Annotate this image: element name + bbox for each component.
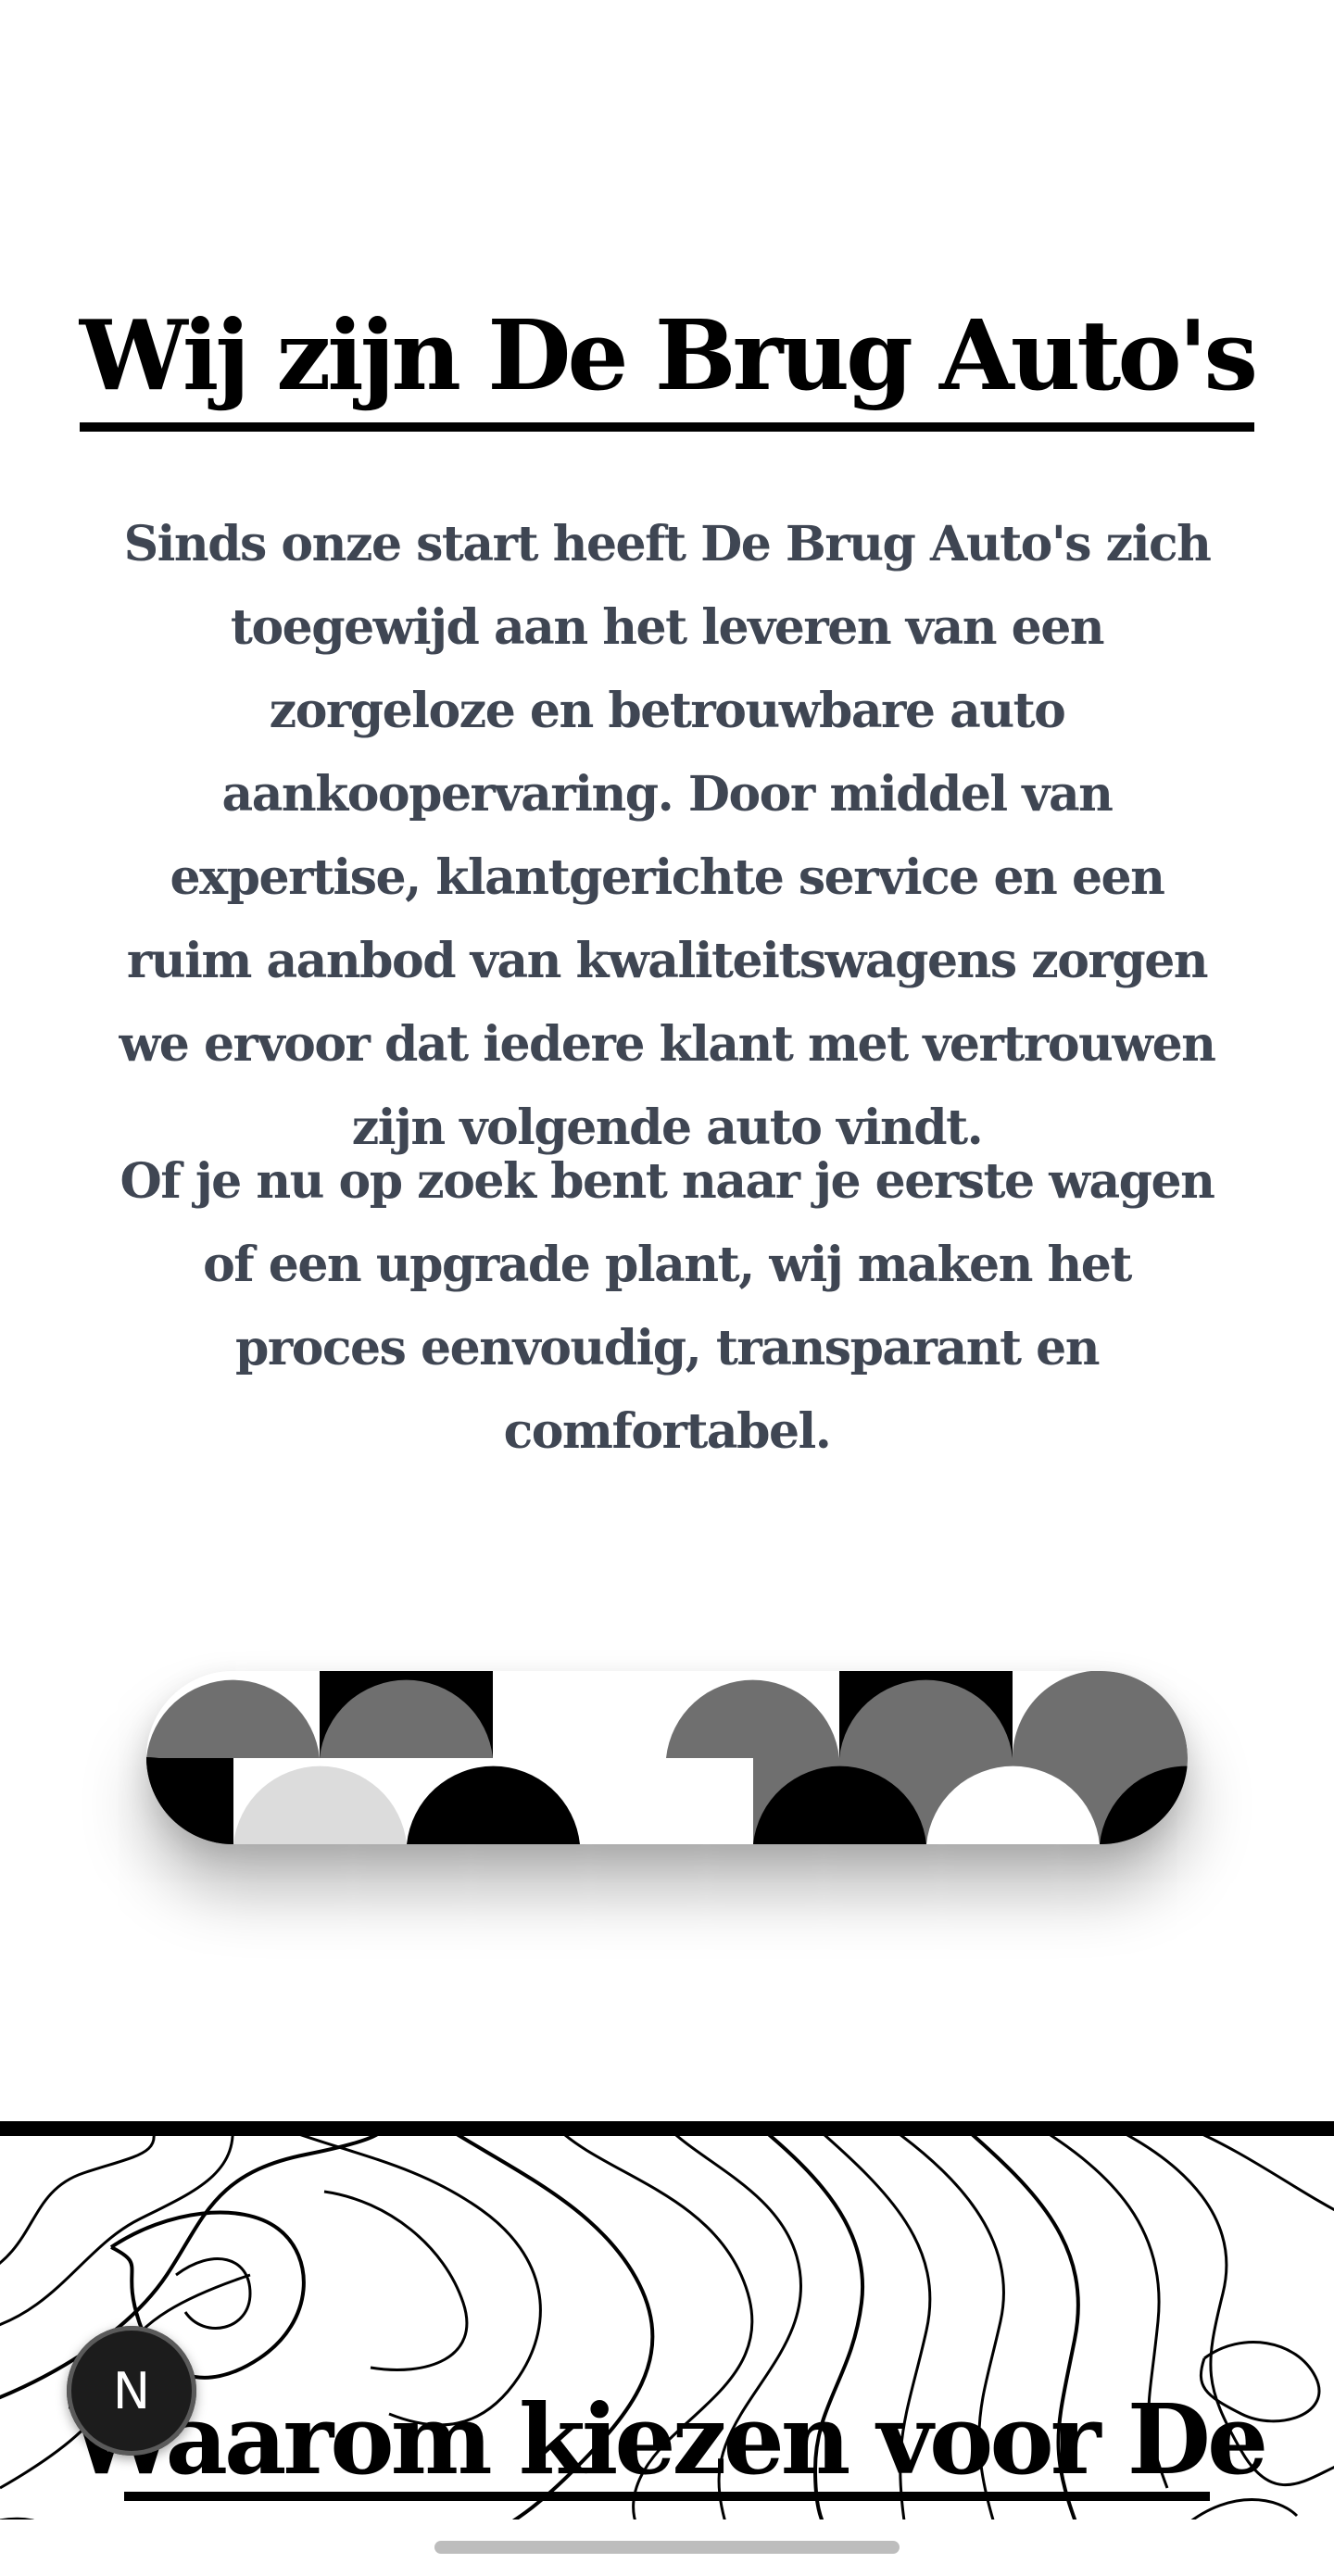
about-title: Wij zijn De Brug Auto's [79, 295, 1258, 432]
why-title-underline [124, 2492, 1210, 2501]
scallop-pattern-icon [146, 1671, 1188, 1844]
about-paragraph-1: Sinds onze start heeft De Brug Auto's zi… [119, 516, 1216, 1156]
home-indicator[interactable] [434, 2541, 900, 2554]
about-section: Wij zijn De Brug Auto's Sinds onze start… [0, 0, 1334, 2121]
next-devtools-icon[interactable]: N [67, 2326, 196, 2456]
why-section: Waarom kiezen voor De [0, 2121, 1334, 2534]
decorative-pattern-banner [146, 1671, 1188, 1844]
why-title: Waarom kiezen voor De [69, 2382, 1268, 2496]
badge-letter: N [112, 2361, 151, 2420]
about-paragraph-2: Of je nu op zoek bent naar je eerste wag… [120, 1153, 1215, 1460]
